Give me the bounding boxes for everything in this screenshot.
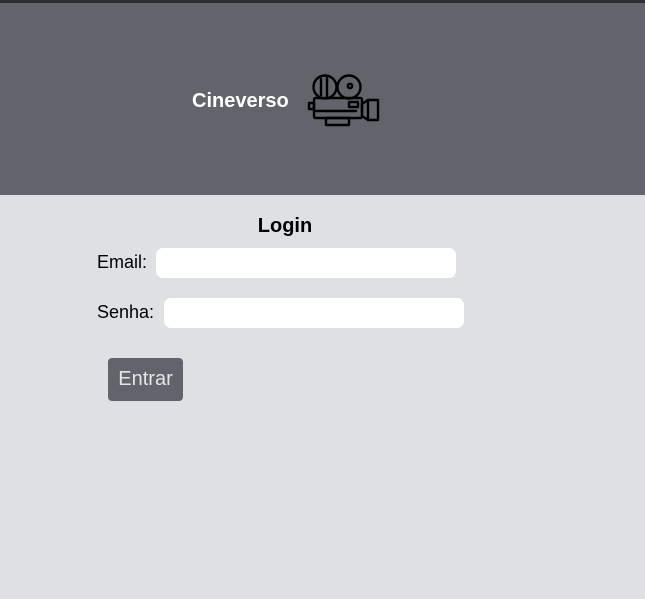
email-label: Email: [97,252,148,272]
login-title: Login [257,215,313,237]
login-button[interactable]: Entrar [108,358,183,401]
email-field[interactable] [156,248,456,278]
movie-camera-icon [306,71,380,133]
site-header: Cineverso [0,3,645,195]
password-field[interactable] [164,298,464,328]
brand-title: Cineverso [192,90,289,112]
password-label: Senha: [97,302,155,322]
